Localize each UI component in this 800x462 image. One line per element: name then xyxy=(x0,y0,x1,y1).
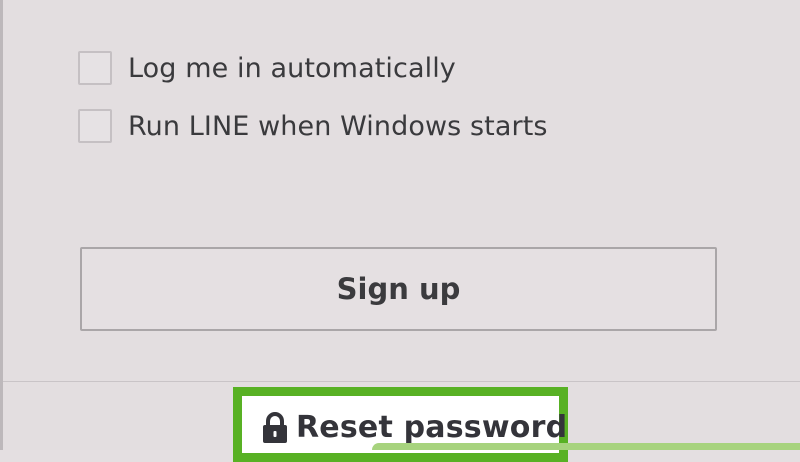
green-accent-bar xyxy=(372,443,800,450)
auto-login-checkbox[interactable] xyxy=(78,51,112,85)
run-on-startup-label[interactable]: Run LINE when Windows starts xyxy=(128,111,548,142)
auto-login-option[interactable]: Log me in automatically xyxy=(78,50,456,86)
run-on-startup-option[interactable]: Run LINE when Windows starts xyxy=(78,108,548,144)
reset-password-link[interactable]: Reset password xyxy=(260,410,567,445)
divider xyxy=(3,381,800,382)
auto-login-label[interactable]: Log me in automatically xyxy=(128,53,456,84)
sign-up-label: Sign up xyxy=(336,272,461,306)
lock-icon xyxy=(263,411,287,443)
reset-password-highlight: Reset password xyxy=(233,387,568,462)
sign-up-button[interactable]: Sign up xyxy=(80,247,717,331)
reset-password-label[interactable]: Reset password xyxy=(296,410,567,445)
run-on-startup-checkbox[interactable] xyxy=(78,109,112,143)
